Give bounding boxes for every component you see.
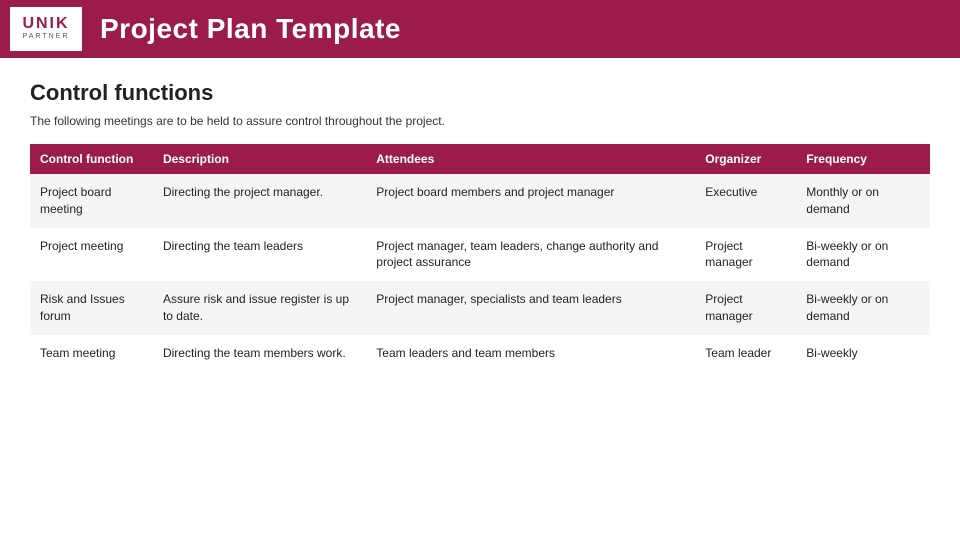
control-functions-table: Control function Description Attendees O… xyxy=(30,144,930,372)
cell-organizer: Executive xyxy=(695,174,796,228)
col-header-attendees: Attendees xyxy=(366,144,695,174)
header-bar: UNIK PARTNER Project Plan Template xyxy=(0,0,960,58)
cell-organizer: Team leader xyxy=(695,335,796,372)
cell-attendees: Project manager, team leaders, change au… xyxy=(366,228,695,282)
table-row: Team meetingDirecting the team members w… xyxy=(30,335,930,372)
section-title: Control functions xyxy=(30,80,930,106)
logo-top-text: UNIK xyxy=(22,16,69,32)
cell-frequency: Monthly or on demand xyxy=(796,174,930,228)
cell-organizer: Project manager xyxy=(695,281,796,335)
cell-description: Directing the team leaders xyxy=(153,228,366,282)
cell-attendees: Team leaders and team members xyxy=(366,335,695,372)
cell-description: Directing the project manager. xyxy=(153,174,366,228)
logo: UNIK PARTNER xyxy=(10,7,82,51)
cell-control-function: Project board meeting xyxy=(30,174,153,228)
cell-organizer: Project manager xyxy=(695,228,796,282)
col-header-organizer: Organizer xyxy=(695,144,796,174)
cell-attendees: Project manager, specialists and team le… xyxy=(366,281,695,335)
cell-control-function: Risk and Issues forum xyxy=(30,281,153,335)
cell-control-function: Project meeting xyxy=(30,228,153,282)
intro-text: The following meetings are to be held to… xyxy=(30,114,930,128)
table-header-row: Control function Description Attendees O… xyxy=(30,144,930,174)
cell-control-function: Team meeting xyxy=(30,335,153,372)
page-title: Project Plan Template xyxy=(100,13,401,45)
logo-bottom-text: PARTNER xyxy=(23,32,70,42)
col-header-frequency: Frequency xyxy=(796,144,930,174)
cell-frequency: Bi-weekly or on demand xyxy=(796,228,930,282)
table-row: Project board meetingDirecting the proje… xyxy=(30,174,930,228)
table-row: Risk and Issues forumAssure risk and iss… xyxy=(30,281,930,335)
cell-attendees: Project board members and project manage… xyxy=(366,174,695,228)
cell-frequency: Bi-weekly or on demand xyxy=(796,281,930,335)
cell-frequency: Bi-weekly xyxy=(796,335,930,372)
table-row: Project meetingDirecting the team leader… xyxy=(30,228,930,282)
main-content: Control functions The following meetings… xyxy=(0,58,960,540)
cell-description: Directing the team members work. xyxy=(153,335,366,372)
cell-description: Assure risk and issue register is up to … xyxy=(153,281,366,335)
col-header-control-function: Control function xyxy=(30,144,153,174)
col-header-description: Description xyxy=(153,144,366,174)
